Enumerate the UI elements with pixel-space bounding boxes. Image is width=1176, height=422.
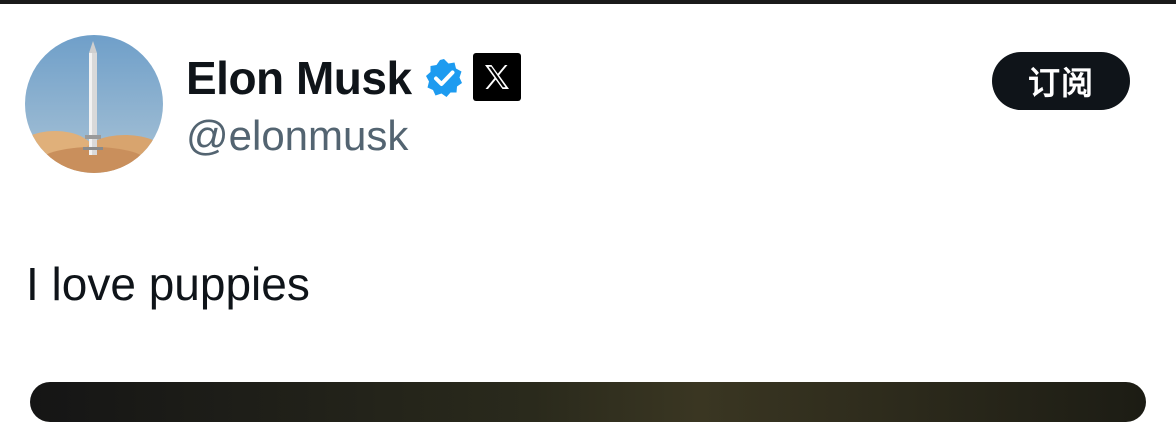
- avatar[interactable]: [25, 35, 163, 173]
- top-divider: [0, 0, 1176, 4]
- rocket-launch-avatar-image: [25, 35, 163, 173]
- x-logo-icon[interactable]: [473, 53, 521, 101]
- subscribe-button[interactable]: 订阅: [992, 52, 1130, 110]
- post-text: I love puppies: [26, 258, 310, 310]
- verified-badge-icon[interactable]: [423, 57, 465, 99]
- author-name[interactable]: Elon Musk: [186, 50, 412, 106]
- author-handle[interactable]: @elonmusk: [186, 110, 408, 162]
- post-media[interactable]: [30, 382, 1146, 422]
